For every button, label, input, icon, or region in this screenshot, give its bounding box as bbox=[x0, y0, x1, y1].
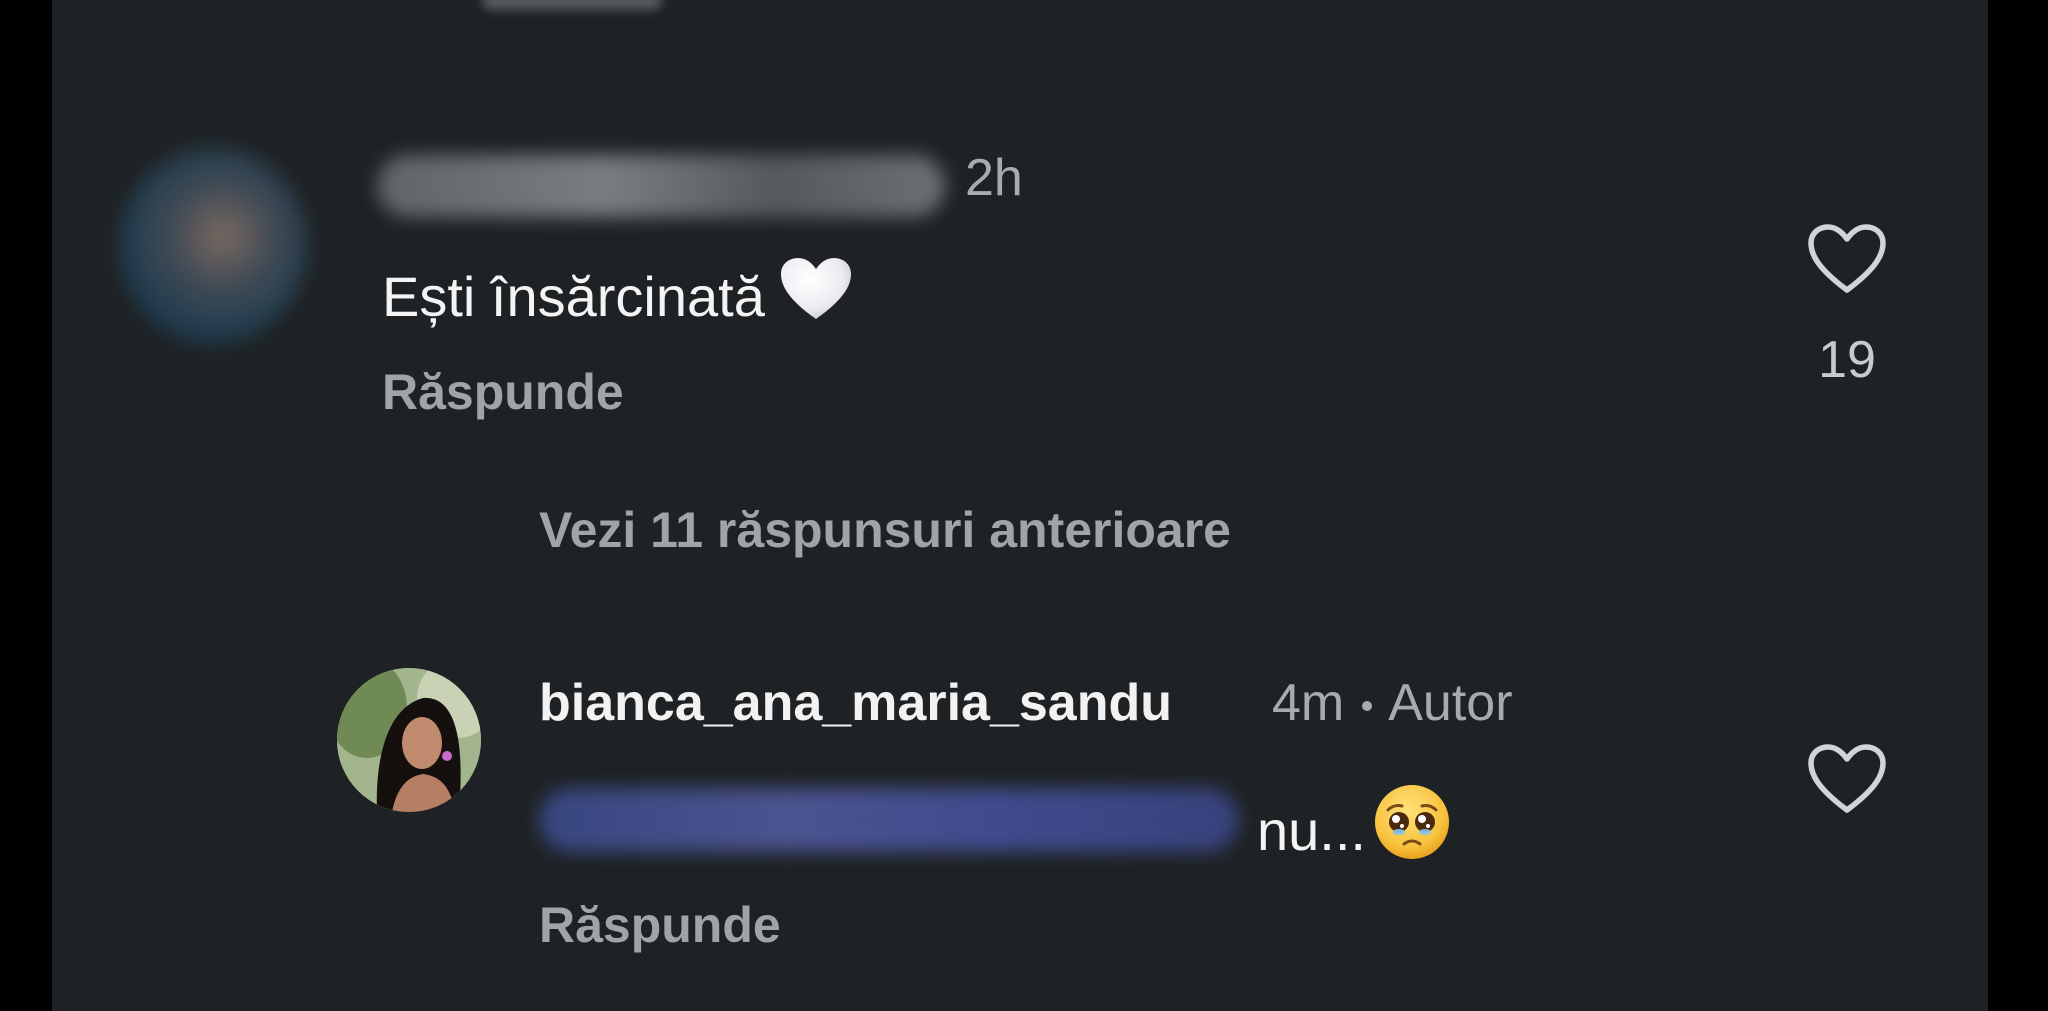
heart-outline-icon[interactable] bbox=[1806, 742, 1888, 816]
like-count: 19 bbox=[1818, 331, 1876, 389]
separator-dot bbox=[1362, 701, 1373, 712]
comments-panel: 2h Ești însărcinată Răspunde 19 Vezi 11 … bbox=[52, 0, 1988, 1011]
blurred-username[interactable] bbox=[377, 155, 945, 217]
reply-body: nu... bbox=[1257, 799, 1366, 862]
white-heart-emoji-icon bbox=[779, 256, 853, 337]
pleading-face-emoji-icon bbox=[1372, 782, 1452, 878]
reply-button[interactable]: Răspunde bbox=[539, 895, 781, 955]
author-username[interactable]: bianca_ana_maria_sandu bbox=[539, 672, 1172, 734]
reply-text: nu... bbox=[1257, 782, 1452, 878]
reply-meta: 4m Autor bbox=[1272, 672, 1513, 734]
comment-body: Ești însărcinată bbox=[382, 265, 765, 328]
view-previous-replies-link[interactable]: Vezi 11 răspunsuri anterioare bbox=[539, 500, 1231, 560]
blurred-mention[interactable] bbox=[539, 788, 1239, 852]
author-avatar[interactable] bbox=[337, 668, 481, 812]
heart-outline-icon[interactable] bbox=[1806, 222, 1888, 296]
reply-time: 4m bbox=[1272, 674, 1345, 732]
reply-button[interactable]: Răspunde bbox=[382, 362, 624, 422]
commenter-avatar[interactable] bbox=[119, 148, 307, 344]
comment-time: 2h bbox=[965, 149, 1023, 207]
author-badge: Autor bbox=[1388, 674, 1513, 732]
comment-text: Ești însărcinată bbox=[382, 256, 853, 337]
previous-comment-remnant bbox=[482, 0, 662, 10]
